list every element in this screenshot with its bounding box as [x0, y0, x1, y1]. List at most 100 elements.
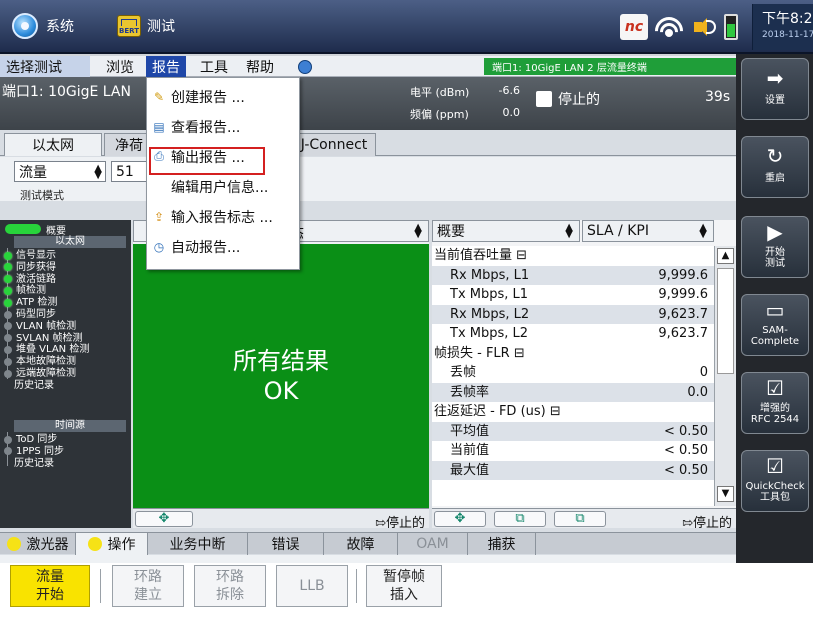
result-line-1: 所有结果	[233, 347, 329, 375]
tree-item[interactable]: 历史记录	[14, 380, 54, 391]
status-dot-icon	[4, 286, 12, 295]
sam-complete-button[interactable]: ▭ SAM- Complete	[741, 294, 809, 356]
menu-tools[interactable]: 工具	[194, 56, 234, 77]
group-row[interactable]: 当前值吞吐量 ⊟	[432, 246, 714, 265]
scroll-down-icon[interactable]: ▼	[717, 486, 734, 502]
dropdown-item-label: 创建报告 ...	[171, 89, 245, 106]
menu-select-test[interactable]: 选择测试	[0, 56, 90, 77]
copy-all-icon[interactable]: ⧉	[554, 511, 606, 527]
test-menu-button[interactable]: BERT 测试	[117, 12, 175, 40]
tree-item[interactable]: VLAN 帧检测	[4, 321, 76, 332]
tab-capture[interactable]: 捕获	[468, 533, 536, 555]
result-stopped-label: ⇰停止的	[375, 516, 425, 531]
tree-item[interactable]: 堆叠 VLAN 检测	[4, 344, 89, 355]
llb-button[interactable]: LLB	[276, 565, 348, 607]
wifi-icon[interactable]	[654, 15, 684, 39]
restart-button[interactable]: ↻ 重启	[741, 136, 809, 198]
dropdown-item[interactable]: ⎙ 输出报告 ...	[147, 142, 299, 171]
system-label: 系统	[46, 19, 74, 35]
dropdown-item[interactable]: ⇪ 输入报告标志 ...	[147, 202, 299, 231]
tree-item[interactable]: 帧检测	[4, 285, 46, 296]
row-value: 9,999.6	[658, 287, 708, 302]
tree-item[interactable]: 本地故障检测	[4, 356, 76, 367]
tree-item-label: 历史记录	[14, 457, 54, 469]
row-value: < 0.50	[664, 443, 708, 458]
report-dropdown-menu: ✎ 创建报告 ... ▤ 查看报告... ⎙ 输出报告 ... 编辑用户信息... ⇪ 输入报告…	[146, 77, 300, 270]
status-dot-icon	[4, 263, 12, 272]
dropdown-item[interactable]: ▤ 查看报告...	[147, 112, 299, 141]
tree-item[interactable]: 远端故障检测	[4, 368, 76, 379]
mode-number-select[interactable]: 51	[111, 161, 147, 182]
group-row[interactable]: 往返延迟 - FD (us) ⊟	[432, 402, 714, 421]
menu-report[interactable]: 报告	[146, 56, 186, 77]
tree-item[interactable]: 历史记录	[14, 458, 54, 469]
tab-laser[interactable]: 激光器	[0, 533, 76, 555]
tree-item[interactable]: 码型同步	[4, 309, 56, 320]
scroll-thumb[interactable]	[717, 268, 734, 374]
traffic-start-button[interactable]: 流量 开始	[10, 565, 90, 607]
sla-kpi-select[interactable]: SLA / KPI ▲ ▼	[582, 220, 714, 242]
nc-icon[interactable]: nc	[620, 14, 648, 40]
dropdown-item-label: 编辑用户信息...	[171, 179, 269, 196]
window-icon: ▭	[765, 298, 785, 322]
summary-stopped-label: ⇰停止的	[682, 516, 732, 531]
summary-scrollbar[interactable]: ▲ ▼	[714, 246, 736, 506]
bert-icon: BERT	[117, 15, 141, 37]
scroll-up-icon[interactable]: ▲	[717, 248, 734, 264]
tree-item[interactable]: 同步获得	[4, 262, 56, 273]
tree-item[interactable]: 1PPS 同步	[4, 446, 64, 457]
top-bar: 系统 BERT 测试 nc 下午8:2 2018-11-17	[0, 0, 813, 54]
tab-actions[interactable]: 操作	[76, 533, 148, 555]
clock: 下午8:2 2018-11-17	[752, 4, 813, 50]
summary-panel: 概要 ▲ ▼ SLA / KPI ▲ ▼ 当前值吞吐量 ⊟ Rx Mbps, L1 9,…	[432, 220, 736, 531]
status-dot-icon	[4, 322, 12, 331]
tree-item[interactable]: ToD 同步	[4, 434, 57, 445]
copy-icon[interactable]: ⧉	[494, 511, 546, 527]
help-globe-icon[interactable]	[292, 56, 318, 77]
system-menu-button[interactable]: 系统	[12, 12, 74, 40]
row-value: 9,623.7	[658, 306, 708, 322]
table-row: 丢帧 0	[432, 363, 714, 382]
tree-item[interactable]: 信号显示	[4, 250, 56, 261]
traffic-select[interactable]: 流量 ▲ ▼	[14, 161, 106, 182]
loop-up-button[interactable]: 环路 建立	[112, 565, 184, 607]
menu-help[interactable]: 帮助	[240, 56, 280, 77]
dropdown-item[interactable]: 编辑用户信息...	[147, 172, 299, 201]
section-ethernet: 以太网	[14, 236, 126, 248]
tree-item-label: 同步获得	[16, 261, 56, 273]
group-row[interactable]: 帧损失 - FLR ⊟	[432, 344, 714, 363]
tab-errors[interactable]: 错误	[248, 533, 324, 555]
row-key: 当前值	[450, 443, 490, 458]
tab-service-disruption[interactable]: 业务中断	[148, 533, 248, 555]
result-line-2: OK	[263, 377, 299, 405]
tree-item[interactable]: ATP 检测	[4, 297, 57, 308]
tab-jconnect[interactable]: J-Connect	[292, 133, 376, 156]
rfc2544-button[interactable]: ☑ 增强的 RFC 2544	[741, 372, 809, 434]
port-status-label: 端口1: 10GigE LAN 2 层流量终端	[484, 58, 736, 75]
summary-select[interactable]: 概要 ▲ ▼	[432, 220, 580, 242]
tree-item[interactable]: 激活链路	[4, 274, 56, 285]
row-key: 平均值	[450, 423, 490, 439]
tree-item[interactable]: SVLAN 帧检测	[4, 333, 83, 344]
tab-ethernet[interactable]: 以太网	[4, 133, 102, 156]
menu-browse[interactable]: 浏览	[100, 56, 140, 77]
setup-button[interactable]: ➡ 设置	[741, 58, 809, 120]
start-test-button[interactable]: ▶ 开始 测试	[741, 216, 809, 278]
quickcheck-button[interactable]: ☑ QuickCheck 工具包	[741, 450, 809, 512]
move-icon[interactable]: ✥	[434, 511, 486, 527]
play-icon: ▶	[767, 220, 783, 244]
row-key: Rx Mbps, L1	[450, 267, 530, 283]
tab-oam[interactable]: OAM	[398, 533, 468, 555]
stop-checkbox[interactable]	[536, 91, 552, 107]
loop-down-button[interactable]: 环路 拆除	[194, 565, 266, 607]
row-key: Tx Mbps, L1	[450, 287, 529, 302]
volume-icon[interactable]	[690, 15, 718, 39]
tab-alarms[interactable]: 故障	[324, 533, 398, 555]
dropdown-item[interactable]: ✎ 创建报告 ...	[147, 82, 299, 111]
status-icons: nc	[620, 12, 738, 42]
move-icon[interactable]: ✥	[135, 511, 193, 527]
status-dot-icon	[4, 369, 12, 378]
pause-frame-insert-button[interactable]: 暂停帧 插入	[366, 565, 442, 607]
level-value: -6.6	[498, 84, 520, 97]
dropdown-item[interactable]: ◷ 自动报告...	[147, 232, 299, 261]
